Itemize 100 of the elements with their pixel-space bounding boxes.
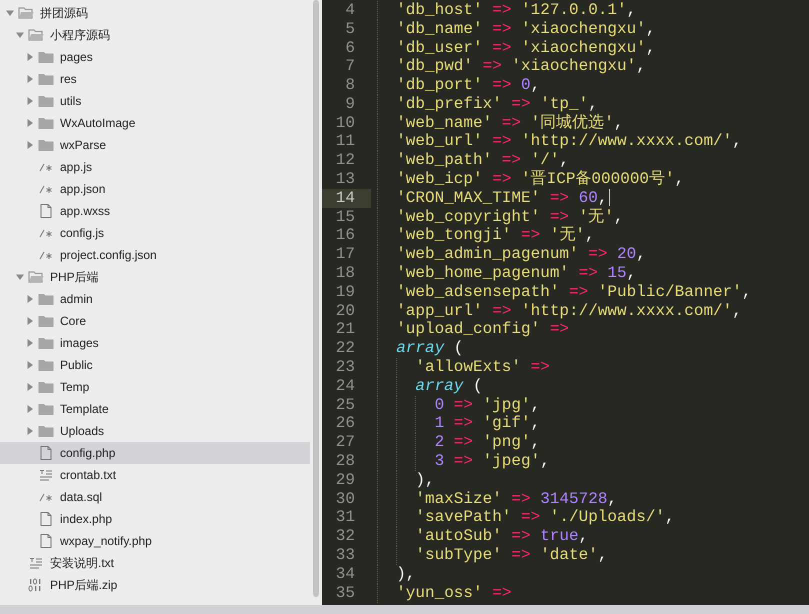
line-number: 25 bbox=[334, 396, 356, 415]
disclosure-arrow-icon[interactable] bbox=[26, 53, 34, 61]
code-line: ), bbox=[377, 564, 416, 584]
tree-item[interactable]: 小程序源码 bbox=[0, 24, 310, 46]
code-line: 3 => 'jpeg', bbox=[377, 452, 550, 472]
line-number: 17 bbox=[334, 245, 356, 264]
folder-icon bbox=[38, 380, 54, 394]
tree-item[interactable]: crontab.txt bbox=[0, 464, 310, 486]
document-icon bbox=[38, 512, 54, 526]
line-number: 7 bbox=[344, 57, 356, 76]
tree-item[interactable]: pages bbox=[0, 46, 310, 68]
folder-icon bbox=[38, 138, 54, 152]
tree-item[interactable]: app.json bbox=[0, 178, 310, 200]
code-line: 'subType' => 'date', bbox=[377, 546, 608, 566]
disclosure-arrow-icon[interactable] bbox=[26, 339, 34, 347]
code-line: 'db_pwd' => 'xiaochengxu', bbox=[377, 57, 646, 76]
tree-item[interactable]: WxAutoImage bbox=[0, 112, 310, 134]
disclosure-arrow-icon[interactable] bbox=[26, 317, 34, 325]
code-line: 0 => 'jpg', bbox=[377, 396, 540, 415]
code-line: 2 => 'png', bbox=[377, 433, 540, 452]
folder-icon bbox=[38, 336, 54, 350]
code-line: 'web_icp' => '晋ICP备000000号', bbox=[377, 170, 684, 190]
tree-item[interactable]: Uploads bbox=[0, 420, 310, 442]
code-line: 'web_url' => 'http://www.xxxx.com/', bbox=[377, 132, 742, 152]
disclosure-arrow-icon[interactable] bbox=[26, 405, 34, 413]
disclosure-arrow-icon[interactable] bbox=[26, 295, 34, 303]
tree-item[interactable]: Core bbox=[0, 310, 310, 332]
line-number: 14 bbox=[322, 188, 371, 208]
tree-item[interactable]: config.php bbox=[0, 442, 310, 464]
document-icon bbox=[38, 204, 54, 218]
code-line: 'yun_oss' => bbox=[377, 584, 512, 603]
line-number: 31 bbox=[334, 508, 356, 528]
code-line: 'web_admin_pagenum' => 20, bbox=[377, 245, 646, 264]
tree-item[interactable]: PHP后端.zip bbox=[0, 574, 310, 596]
horizontal-scrollbar[interactable] bbox=[0, 605, 809, 614]
disclosure-arrow-icon[interactable] bbox=[26, 361, 34, 369]
tree-item[interactable]: utils bbox=[0, 90, 310, 112]
line-number: 26 bbox=[334, 414, 356, 434]
code-line: array ( bbox=[377, 376, 483, 396]
code-line: 'CRON_MAX_TIME' => 60, bbox=[377, 188, 610, 208]
document-icon bbox=[38, 446, 54, 460]
tree-item[interactable]: 安装说明.txt bbox=[0, 552, 310, 574]
line-number: 10 bbox=[334, 114, 356, 133]
tree-item[interactable]: images bbox=[0, 332, 310, 354]
tree-item[interactable]: app.wxss bbox=[0, 200, 310, 222]
line-number: 8 bbox=[344, 76, 356, 96]
line-number: 30 bbox=[334, 490, 356, 509]
code-line: 'maxSize' => 3145728, bbox=[377, 490, 618, 509]
tree-item[interactable]: data.sql bbox=[0, 486, 310, 508]
tree-item[interactable]: wxParse bbox=[0, 134, 310, 156]
line-number: 12 bbox=[334, 151, 356, 170]
code-line: 'upload_config' => bbox=[377, 320, 570, 340]
line-number: 4 bbox=[344, 0, 356, 20]
open-folder-icon bbox=[28, 270, 44, 284]
tree-item[interactable]: Public bbox=[0, 354, 310, 376]
open-folder-icon bbox=[28, 28, 44, 42]
tree-item[interactable]: 拼团源码 bbox=[0, 2, 310, 24]
line-number: 13 bbox=[334, 170, 356, 190]
open-folder-icon bbox=[18, 6, 34, 20]
disclosure-arrow-icon[interactable] bbox=[26, 119, 34, 127]
code-line: ), bbox=[377, 470, 435, 490]
line-number: 21 bbox=[334, 320, 356, 340]
folder-icon bbox=[38, 116, 54, 130]
line-number: 32 bbox=[334, 527, 356, 546]
scrollbar-thumb[interactable] bbox=[313, 0, 319, 597]
code-line: 'autoSub' => true, bbox=[377, 527, 588, 546]
line-number: 29 bbox=[334, 470, 356, 490]
disclosure-arrow-icon[interactable] bbox=[26, 97, 34, 105]
tree-item[interactable]: app.js bbox=[0, 156, 310, 178]
code-line: 'web_tongji' => '无', bbox=[377, 226, 595, 246]
code-line: 'db_user' => 'xiaochengxu', bbox=[377, 38, 656, 58]
tree-item[interactable]: admin bbox=[0, 288, 310, 310]
tree-item[interactable]: PHP后端 bbox=[0, 266, 310, 288]
code-line: 'allowExts' => bbox=[377, 358, 550, 378]
text-file-icon bbox=[38, 468, 54, 482]
line-number: 20 bbox=[334, 302, 356, 321]
tree-item[interactable]: wxpay_notify.php bbox=[0, 530, 310, 552]
tree-item[interactable]: project.config.json bbox=[0, 244, 310, 266]
code-line: 'db_prefix' => 'tp_', bbox=[377, 94, 598, 114]
tree-item[interactable]: res bbox=[0, 68, 310, 90]
code-line: 'web_adsensepath' => 'Public/Banner', bbox=[377, 282, 752, 302]
tree-item[interactable]: config.js bbox=[0, 222, 310, 244]
tree-item[interactable]: Temp bbox=[0, 376, 310, 398]
tree-item[interactable]: index.php bbox=[0, 508, 310, 530]
folder-icon bbox=[38, 314, 54, 328]
disclosure-arrow-icon[interactable] bbox=[16, 31, 24, 39]
disclosure-arrow-icon[interactable] bbox=[26, 427, 34, 435]
disclosure-arrow-icon[interactable] bbox=[26, 141, 34, 149]
folder-icon bbox=[38, 424, 54, 438]
disclosure-arrow-icon[interactable] bbox=[26, 383, 34, 391]
disclosure-arrow-icon[interactable] bbox=[26, 75, 34, 83]
line-number: 33 bbox=[334, 546, 356, 566]
disclosure-arrow-icon[interactable] bbox=[16, 273, 24, 281]
tree-item[interactable]: Template bbox=[0, 398, 310, 420]
line-number: 34 bbox=[334, 564, 356, 584]
folder-icon bbox=[38, 402, 54, 416]
line-number: 15 bbox=[334, 208, 356, 227]
disclosure-arrow-icon[interactable] bbox=[6, 9, 14, 17]
line-number: 22 bbox=[334, 339, 356, 358]
text-cursor bbox=[609, 188, 610, 206]
